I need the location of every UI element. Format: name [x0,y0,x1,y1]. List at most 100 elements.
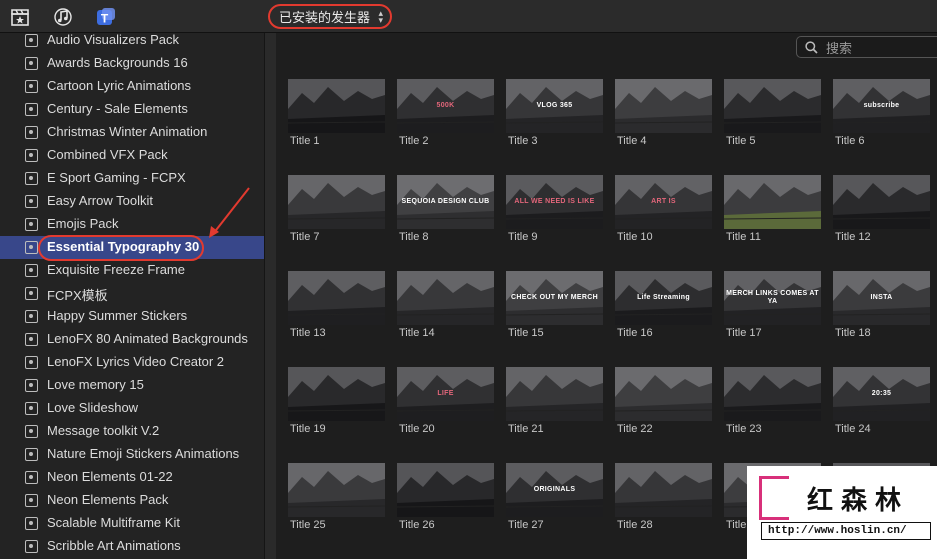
thumbnail-image: VLOG 365 [506,79,603,133]
thumbnail-overlay-text [288,175,385,229]
sidebar-item[interactable]: Scalable Multiframe Kit [0,512,264,535]
sidebar-item[interactable]: Neon Elements 01-22 [0,466,264,489]
thumbnail-overlay-text: subscribe [863,102,900,109]
thumbnail-overlay-text [288,79,385,133]
sidebar-item-label: Neon Elements Pack [47,492,169,507]
generator-category-icon [25,517,38,530]
thumbnail-image [724,79,821,133]
thumbnail-caption: Title 27 [508,519,544,531]
title-thumbnail[interactable]: Title 11 [724,175,822,245]
sidebar-scrollbar[interactable] [264,33,276,559]
thumbnail-overlay-text [615,367,712,421]
sidebar-item[interactable]: Neon Elements Pack [0,489,264,512]
sidebar-item[interactable]: Audio Visualizers Pack [0,33,264,52]
title-thumbnail[interactable]: Title 4 [615,79,713,149]
sidebar-item[interactable]: LenoFX 80 Animated Backgrounds [0,328,264,351]
thumbnail-caption: Title 28 [617,519,653,531]
title-thumbnail[interactable]: Title 14 [397,271,495,341]
title-thumbnail[interactable]: ART IS Title 10 [615,175,713,245]
thumbnail-image [288,175,385,229]
generator-category-icon [25,126,38,139]
title-thumbnail[interactable]: 500K Title 2 [397,79,495,149]
generator-category-icon [25,103,38,116]
sidebar-item-label: E Sport Gaming - FCPX [47,170,186,185]
sidebar-item[interactable]: Awards Backgrounds 16 [0,52,264,75]
generator-category-icon [25,149,38,162]
thumbnail-image: MERCH LINKS COMES AT YA [724,271,821,325]
thumbnail-image [288,79,385,133]
title-thumbnail[interactable]: Title 1 [288,79,386,149]
title-thumbnail[interactable]: Title 26 [397,463,495,533]
sidebar-item[interactable]: LenoFX Lyrics Video Creator 2 [0,351,264,374]
generator-select[interactable]: 已安装的发生器 ▴ ▾ [268,4,392,29]
thumbnail-caption: Title 1 [290,135,320,147]
thumbnail-image [288,463,385,517]
sidebar-item-label: LenoFX 80 Animated Backgrounds [47,331,248,346]
sidebar-item[interactable]: Message toolkit V.2 [0,420,264,443]
title-thumbnail[interactable]: INSTA Title 18 [833,271,931,341]
thumbnail-image: subscribe [833,79,930,133]
generator-category-icon [25,448,38,461]
sidebar-item[interactable]: Love Slideshow [0,397,264,420]
thumbnail-overlay-text [288,367,385,421]
generator-category-icon [25,379,38,392]
sidebar-item[interactable]: Nature Emoji Stickers Animations [0,443,264,466]
generator-category-icon [25,402,38,415]
title-thumbnail[interactable]: Title 21 [506,367,604,437]
title-thumbnail[interactable]: Title 23 [724,367,822,437]
sidebar-item[interactable]: Combined VFX Pack [0,144,264,167]
sidebar-item[interactable]: Cartoon Lyric Animations [0,75,264,98]
title-thumbnail[interactable]: Title 13 [288,271,386,341]
title-thumbnail[interactable]: Title 28 [615,463,713,533]
title-thumbnail[interactable]: Title 22 [615,367,713,437]
thumbnail-overlay-text: MERCH LINKS COMES AT YA [726,290,819,305]
sidebar-item-label: Exquisite Freeze Frame [47,262,185,277]
sidebar-item[interactable]: Happy Summer Stickers [0,305,264,328]
thumbnail-image [397,271,494,325]
title-thumbnail[interactable]: Title 5 [724,79,822,149]
sidebar-item[interactable]: Century - Sale Elements [0,98,264,121]
title-thumbnail[interactable]: 20:35 Title 24 [833,367,931,437]
title-thumbnail[interactable]: SEQUOIA DESIGN CLUB Title 8 [397,175,495,245]
thumbnail-image [506,367,603,421]
sidebar-item[interactable]: Exquisite Freeze Frame [0,259,264,282]
thumbnail-image [288,367,385,421]
clapper-star-icon[interactable] [10,7,30,27]
sidebar-item[interactable]: Christmas Winter Animation [0,121,264,144]
search-field[interactable]: 搜索 [796,36,937,58]
svg-text:T: T [101,12,109,26]
sidebar-item[interactable]: FCPX模板 [0,282,264,305]
sidebar-item[interactable]: Scribble Art Animations [0,535,264,558]
title-thumbnail[interactable]: Life Streaming Title 16 [615,271,713,341]
search-input[interactable]: 搜索 [826,38,852,57]
thumbnail-caption: Title 11 [726,231,761,243]
thumbnail-overlay-text [615,463,712,517]
title-thumbnail[interactable]: Title 12 [833,175,931,245]
thumbnail-caption: Title 17 [726,327,762,339]
sidebar-item-label: Combined VFX Pack [47,147,168,162]
sidebar-item[interactable]: Love memory 15 [0,374,264,397]
title-thumbnail[interactable]: VLOG 365 Title 3 [506,79,604,149]
title-thumbnail[interactable]: MERCH LINKS COMES AT YA Title 17 [724,271,822,341]
thumbnail-overlay-text: SEQUOIA DESIGN CLUB [401,198,490,205]
title-thumbnail[interactable]: LIFE Title 20 [397,367,495,437]
title-thumbnail[interactable]: Title 25 [288,463,386,533]
thumbnail-overlay-text [724,79,821,133]
thumbnail-caption: Title 10 [617,231,653,243]
title-thumbnail[interactable]: Title 7 [288,175,386,245]
generator-category-icon [25,425,38,438]
sidebar-item-label: LenoFX Lyrics Video Creator 2 [47,354,225,369]
thumbnail-image [833,175,930,229]
title-thumbnail[interactable]: ORIGINALS Title 27 [506,463,604,533]
generator-category-icon [25,310,38,323]
title-thumbnail[interactable]: Title 19 [288,367,386,437]
title-thumbnail[interactable]: subscribe Title 6 [833,79,931,149]
title-thumbnail[interactable]: CHECK OUT MY MERCH Title 15 [506,271,604,341]
music-note-icon[interactable] [53,7,73,27]
title-thumbnail[interactable]: ALL WE NEED IS LIKE Title 9 [506,175,604,245]
thumbnail-overlay-text [397,463,494,517]
thumbnail-caption: Title 4 [617,135,647,147]
title-t-icon[interactable]: T [96,7,116,27]
generator-category-icon [25,57,38,70]
thumbnail-image [615,367,712,421]
